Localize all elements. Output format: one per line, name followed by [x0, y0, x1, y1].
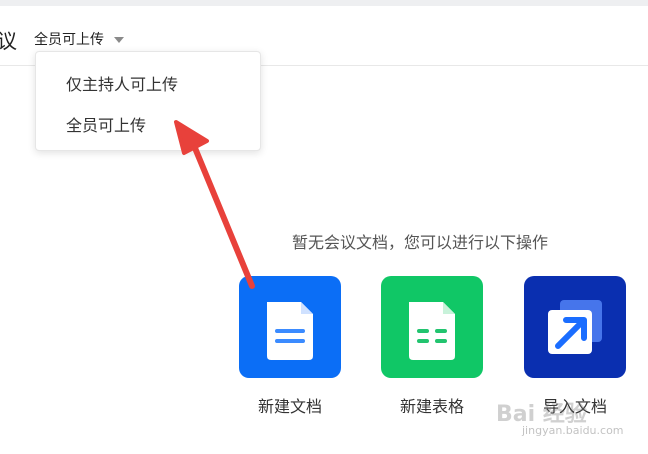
- import-document-tile[interactable]: [524, 276, 626, 378]
- new-spreadsheet-label: 新建表格: [399, 397, 464, 416]
- page-title-fragment: 议: [0, 29, 17, 53]
- document-icon: [267, 302, 313, 360]
- empty-state-message: 暂无会议文档，您可以进行以下操作: [292, 233, 549, 252]
- upload-permission-value: 全员可上传: [34, 32, 104, 48]
- dropdown-option-host-only[interactable]: 仅主持人可上传: [66, 71, 178, 95]
- dropdown-option-all-members[interactable]: 全员可上传: [66, 112, 146, 136]
- caret-down-icon: [114, 37, 124, 43]
- upload-permission-dropdown: 仅主持人可上传 全员可上传: [35, 51, 261, 151]
- spreadsheet-icon: [409, 302, 455, 360]
- watermark-url: jingyan.baidu.com: [522, 424, 624, 437]
- new-document-label: 新建文档: [257, 397, 322, 416]
- app-window: 议 全员可上传 仅主持人可上传 全员可上传 暂无会议文档，您可以进行以下操作 新…: [0, 0, 648, 454]
- new-document-button[interactable]: 新建文档: [239, 276, 341, 416]
- new-document-tile[interactable]: [239, 276, 341, 378]
- new-spreadsheet-tile[interactable]: [381, 276, 483, 378]
- upload-permission-select[interactable]: 全员可上传: [34, 29, 124, 49]
- new-spreadsheet-button[interactable]: 新建表格: [381, 276, 483, 416]
- import-icon: [548, 300, 602, 354]
- import-document-button[interactable]: 导入文档: [524, 276, 626, 416]
